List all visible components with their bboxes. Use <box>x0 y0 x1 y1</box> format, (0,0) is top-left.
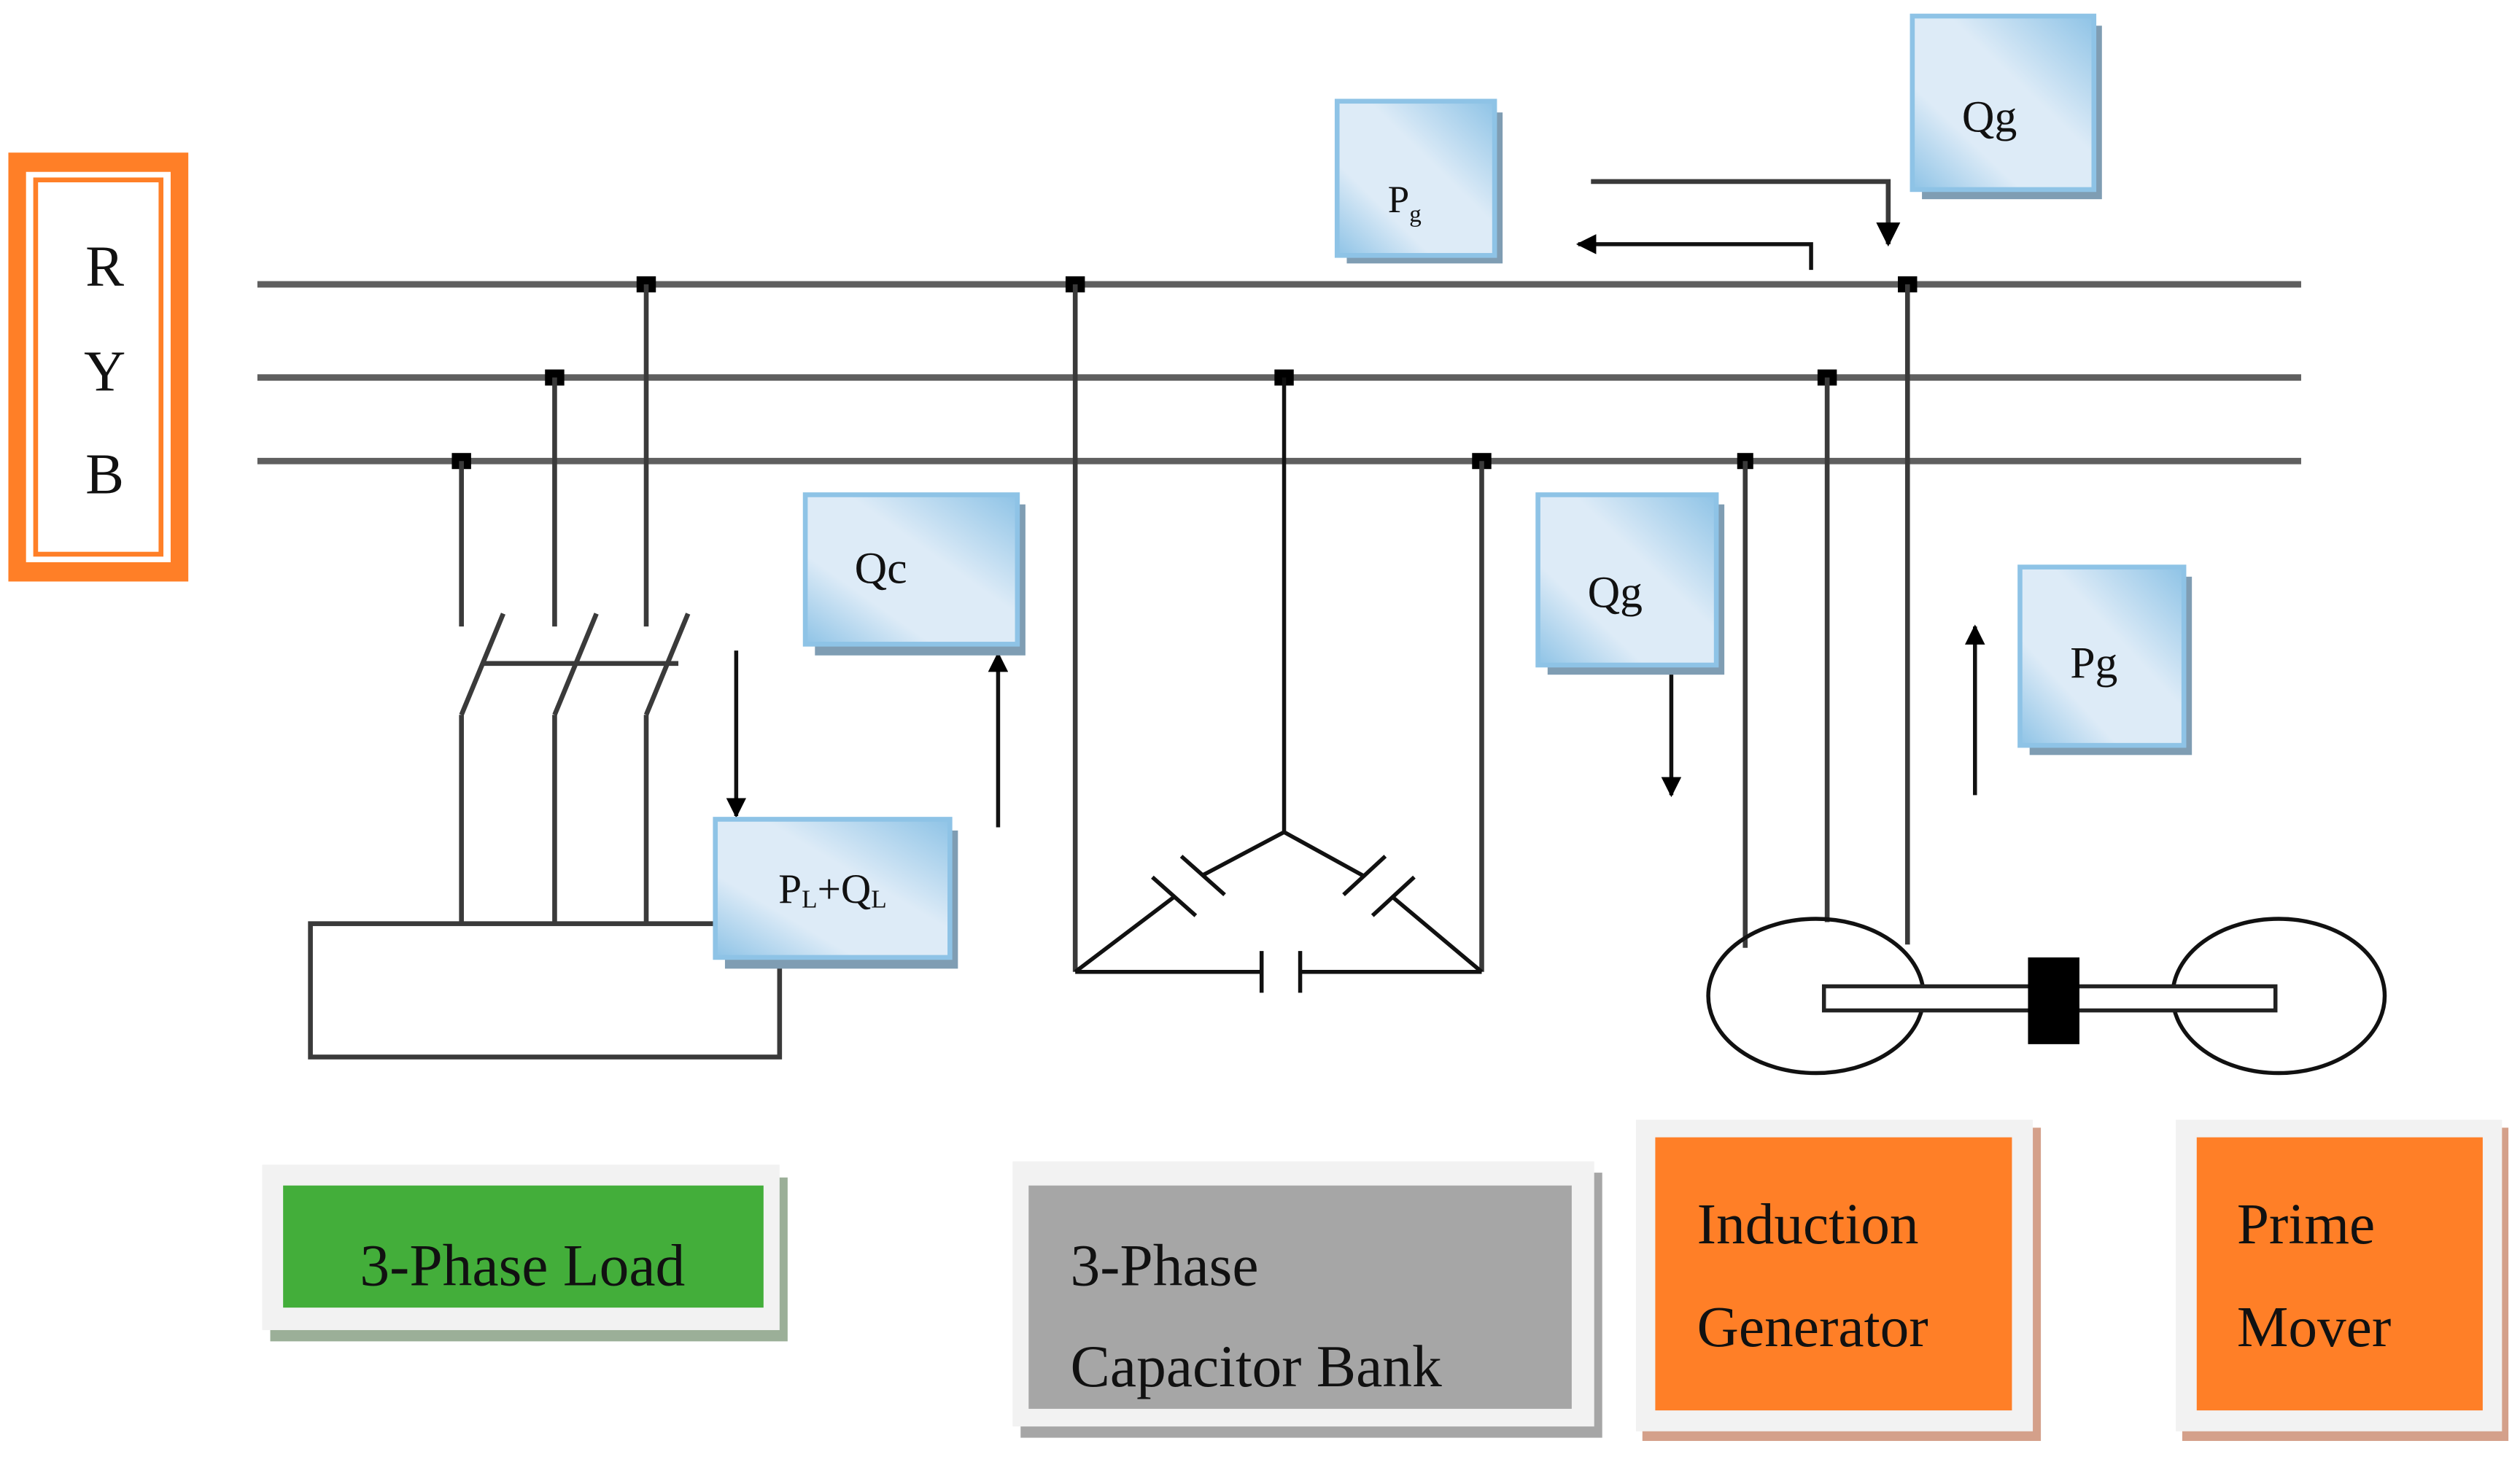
capacitor-bank-label: 3-Phase Capacitor Bank <box>1012 1161 1602 1438</box>
qg-top-box: Qg <box>1910 13 2102 200</box>
svg-text:Prime: Prime <box>2237 1192 2375 1256</box>
phase-label-box: R Y B <box>8 152 189 582</box>
svg-text:Pg: Pg <box>2070 639 2117 688</box>
phase-r-label: R <box>85 235 124 299</box>
qg-mid-box: Qg <box>1535 492 1725 675</box>
pg-top-box: Pg <box>1334 98 1503 264</box>
svg-text:Generator: Generator <box>1697 1295 1928 1359</box>
load-label: 3-Phase Load <box>262 1165 788 1342</box>
svg-text:3-Phase Load: 3-Phase Load <box>360 1232 685 1298</box>
phase-b-label: B <box>85 442 124 506</box>
induction-generator-label: Induction Generator <box>1635 1119 2042 1441</box>
svg-text:Mover: Mover <box>2237 1295 2391 1359</box>
capacitor-bank <box>1065 276 1492 993</box>
load-branch <box>308 276 783 1060</box>
svg-text:3-Phase: 3-Phase <box>1071 1232 1259 1298</box>
three-pole-switch <box>459 613 691 716</box>
pl-ql-box: PL+QL <box>713 817 958 969</box>
phase-y-label: Y <box>84 339 125 403</box>
svg-text:PL+QL: PL+QL <box>778 866 887 914</box>
arrow-qg-to-bus <box>1591 179 1901 247</box>
prime-mover-label: Prime Mover <box>2176 1119 2509 1441</box>
svg-text:Qg: Qg <box>1588 568 1643 618</box>
svg-text:Capacitor Bank: Capacitor Bank <box>1071 1333 1442 1399</box>
pg-right-box: Pg <box>2017 564 2193 755</box>
qc-box: Qc <box>802 492 1026 656</box>
arrow-pg-from-bus <box>1575 234 1813 271</box>
svg-text:Induction: Induction <box>1697 1192 1919 1256</box>
coupling <box>2028 957 2079 1044</box>
load-block <box>308 921 783 1060</box>
power-system-diagram: R Y B Pg Qg Qc PL+QL Qg Pg 3-Phase Load … <box>8 13 2509 1441</box>
svg-text:Qg: Qg <box>1962 93 2017 142</box>
svg-text:Qc: Qc <box>855 544 907 594</box>
